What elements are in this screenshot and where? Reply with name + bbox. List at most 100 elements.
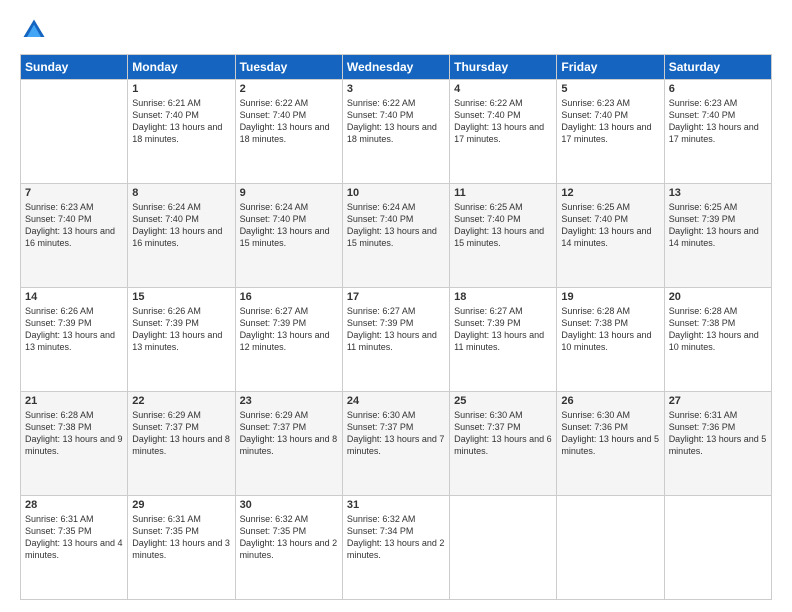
calendar-cell: 15 Sunrise: 6:26 AMSunset: 7:39 PMDayligh…	[128, 288, 235, 392]
week-row-5: 28 Sunrise: 6:31 AMSunset: 7:35 PMDayligh…	[21, 496, 772, 600]
day-info: Sunrise: 6:24 AMSunset: 7:40 PMDaylight:…	[240, 201, 338, 250]
header	[20, 16, 772, 44]
calendar-cell: 5 Sunrise: 6:23 AMSunset: 7:40 PMDaylight…	[557, 80, 664, 184]
weekday-header-tuesday: Tuesday	[235, 55, 342, 80]
day-info: Sunrise: 6:31 AMSunset: 7:35 PMDaylight:…	[132, 513, 230, 562]
day-info: Sunrise: 6:32 AMSunset: 7:35 PMDaylight:…	[240, 513, 338, 562]
day-info: Sunrise: 6:28 AMSunset: 7:38 PMDaylight:…	[669, 305, 767, 354]
day-number: 5	[561, 83, 659, 95]
day-number: 20	[669, 291, 767, 303]
day-info: Sunrise: 6:27 AMSunset: 7:39 PMDaylight:…	[347, 305, 445, 354]
calendar-cell: 11 Sunrise: 6:25 AMSunset: 7:40 PMDayligh…	[450, 184, 557, 288]
calendar-cell: 21 Sunrise: 6:28 AMSunset: 7:38 PMDayligh…	[21, 392, 128, 496]
day-number: 31	[347, 499, 445, 511]
day-number: 21	[25, 395, 123, 407]
day-info: Sunrise: 6:31 AMSunset: 7:36 PMDaylight:…	[669, 409, 767, 458]
calendar-cell: 22 Sunrise: 6:29 AMSunset: 7:37 PMDayligh…	[128, 392, 235, 496]
week-row-2: 7Sunrise: 6:23 AMSunset: 7:40 PMDaylight…	[21, 184, 772, 288]
calendar-cell: 4 Sunrise: 6:22 AMSunset: 7:40 PMDaylight…	[450, 80, 557, 184]
calendar: SundayMondayTuesdayWednesdayThursdayFrid…	[20, 54, 772, 600]
day-info: Sunrise: 6:23 AMSunset: 7:40 PMDaylight:…	[561, 97, 659, 146]
calendar-cell: 30 Sunrise: 6:32 AMSunset: 7:35 PMDayligh…	[235, 496, 342, 600]
day-info: Sunrise: 6:30 AMSunset: 7:36 PMDaylight:…	[561, 409, 659, 458]
day-info: Sunrise: 6:31 AMSunset: 7:35 PMDaylight:…	[25, 513, 123, 562]
day-info: Sunrise: 6:32 AMSunset: 7:34 PMDaylight:…	[347, 513, 445, 562]
day-number: 6	[669, 83, 767, 95]
day-number: 12	[561, 187, 659, 199]
day-info: Sunrise: 6:28 AMSunset: 7:38 PMDaylight:…	[25, 409, 123, 458]
day-number: 28	[25, 499, 123, 511]
calendar-cell: 9 Sunrise: 6:24 AMSunset: 7:40 PMDaylight…	[235, 184, 342, 288]
calendar-cell	[21, 80, 128, 184]
day-info: Sunrise: 6:26 AMSunset: 7:39 PMDaylight:…	[132, 305, 230, 354]
calendar-cell: 24 Sunrise: 6:30 AMSunset: 7:37 PMDayligh…	[342, 392, 449, 496]
calendar-cell: 7Sunrise: 6:23 AMSunset: 7:40 PMDaylight…	[21, 184, 128, 288]
calendar-cell: 14Sunrise: 6:26 AMSunset: 7:39 PMDayligh…	[21, 288, 128, 392]
calendar-cell: 2Sunrise: 6:22 AMSunset: 7:40 PMDaylight…	[235, 80, 342, 184]
day-info: Sunrise: 6:29 AMSunset: 7:37 PMDaylight:…	[132, 409, 230, 458]
day-number: 22	[132, 395, 230, 407]
page: SundayMondayTuesdayWednesdayThursdayFrid…	[0, 0, 792, 612]
day-number: 11	[454, 187, 552, 199]
week-row-1: 1 Sunrise: 6:21 AMSunset: 7:40 PMDaylight…	[21, 80, 772, 184]
weekday-header-wednesday: Wednesday	[342, 55, 449, 80]
day-number: 1	[132, 83, 230, 95]
day-number: 25	[454, 395, 552, 407]
day-info: Sunrise: 6:23 AMSunset: 7:40 PMDaylight:…	[25, 201, 123, 250]
calendar-cell: 6 Sunrise: 6:23 AMSunset: 7:40 PMDaylight…	[664, 80, 771, 184]
calendar-cell: 16Sunrise: 6:27 AMSunset: 7:39 PMDayligh…	[235, 288, 342, 392]
calendar-cell: 19Sunrise: 6:28 AMSunset: 7:38 PMDayligh…	[557, 288, 664, 392]
weekday-header-row: SundayMondayTuesdayWednesdayThursdayFrid…	[21, 55, 772, 80]
day-info: Sunrise: 6:30 AMSunset: 7:37 PMDaylight:…	[347, 409, 445, 458]
day-info: Sunrise: 6:30 AMSunset: 7:37 PMDaylight:…	[454, 409, 552, 458]
day-number: 15	[132, 291, 230, 303]
day-info: Sunrise: 6:24 AMSunset: 7:40 PMDaylight:…	[132, 201, 230, 250]
calendar-cell: 28 Sunrise: 6:31 AMSunset: 7:35 PMDayligh…	[21, 496, 128, 600]
day-number: 17	[347, 291, 445, 303]
day-number: 26	[561, 395, 659, 407]
calendar-cell: 17 Sunrise: 6:27 AMSunset: 7:39 PMDayligh…	[342, 288, 449, 392]
calendar-cell: 25 Sunrise: 6:30 AMSunset: 7:37 PMDayligh…	[450, 392, 557, 496]
day-info: Sunrise: 6:21 AMSunset: 7:40 PMDaylight:…	[132, 97, 230, 146]
calendar-cell	[450, 496, 557, 600]
day-info: Sunrise: 6:25 AMSunset: 7:40 PMDaylight:…	[454, 201, 552, 250]
day-number: 23	[240, 395, 338, 407]
calendar-cell: 12 Sunrise: 6:25 AMSunset: 7:40 PMDayligh…	[557, 184, 664, 288]
day-number: 14	[25, 291, 123, 303]
day-info: Sunrise: 6:27 AMSunset: 7:39 PMDaylight:…	[240, 305, 338, 354]
logo	[20, 16, 52, 44]
day-info: Sunrise: 6:22 AMSunset: 7:40 PMDaylight:…	[454, 97, 552, 146]
calendar-cell: 1 Sunrise: 6:21 AMSunset: 7:40 PMDaylight…	[128, 80, 235, 184]
calendar-cell: 20 Sunrise: 6:28 AMSunset: 7:38 PMDayligh…	[664, 288, 771, 392]
day-number: 29	[132, 499, 230, 511]
calendar-cell: 10Sunrise: 6:24 AMSunset: 7:40 PMDayligh…	[342, 184, 449, 288]
calendar-cell: 29 Sunrise: 6:31 AMSunset: 7:35 PMDayligh…	[128, 496, 235, 600]
weekday-header-monday: Monday	[128, 55, 235, 80]
day-info: Sunrise: 6:29 AMSunset: 7:37 PMDaylight:…	[240, 409, 338, 458]
logo-icon	[20, 16, 48, 44]
calendar-cell: 27 Sunrise: 6:31 AMSunset: 7:36 PMDayligh…	[664, 392, 771, 496]
calendar-cell: 3 Sunrise: 6:22 AMSunset: 7:40 PMDaylight…	[342, 80, 449, 184]
day-info: Sunrise: 6:25 AMSunset: 7:40 PMDaylight:…	[561, 201, 659, 250]
day-number: 4	[454, 83, 552, 95]
day-number: 10	[347, 187, 445, 199]
day-number: 27	[669, 395, 767, 407]
day-number: 9	[240, 187, 338, 199]
day-info: Sunrise: 6:25 AMSunset: 7:39 PMDaylight:…	[669, 201, 767, 250]
calendar-cell: 8Sunrise: 6:24 AMSunset: 7:40 PMDaylight…	[128, 184, 235, 288]
weekday-header-saturday: Saturday	[664, 55, 771, 80]
day-number: 24	[347, 395, 445, 407]
calendar-cell: 18 Sunrise: 6:27 AMSunset: 7:39 PMDayligh…	[450, 288, 557, 392]
day-number: 30	[240, 499, 338, 511]
day-info: Sunrise: 6:23 AMSunset: 7:40 PMDaylight:…	[669, 97, 767, 146]
week-row-4: 21 Sunrise: 6:28 AMSunset: 7:38 PMDayligh…	[21, 392, 772, 496]
day-info: Sunrise: 6:22 AMSunset: 7:40 PMDaylight:…	[347, 97, 445, 146]
day-number: 13	[669, 187, 767, 199]
day-number: 3	[347, 83, 445, 95]
day-info: Sunrise: 6:22 AMSunset: 7:40 PMDaylight:…	[240, 97, 338, 146]
calendar-cell: 26 Sunrise: 6:30 AMSunset: 7:36 PMDayligh…	[557, 392, 664, 496]
calendar-cell: 23 Sunrise: 6:29 AMSunset: 7:37 PMDayligh…	[235, 392, 342, 496]
day-number: 18	[454, 291, 552, 303]
day-info: Sunrise: 6:27 AMSunset: 7:39 PMDaylight:…	[454, 305, 552, 354]
weekday-header-friday: Friday	[557, 55, 664, 80]
